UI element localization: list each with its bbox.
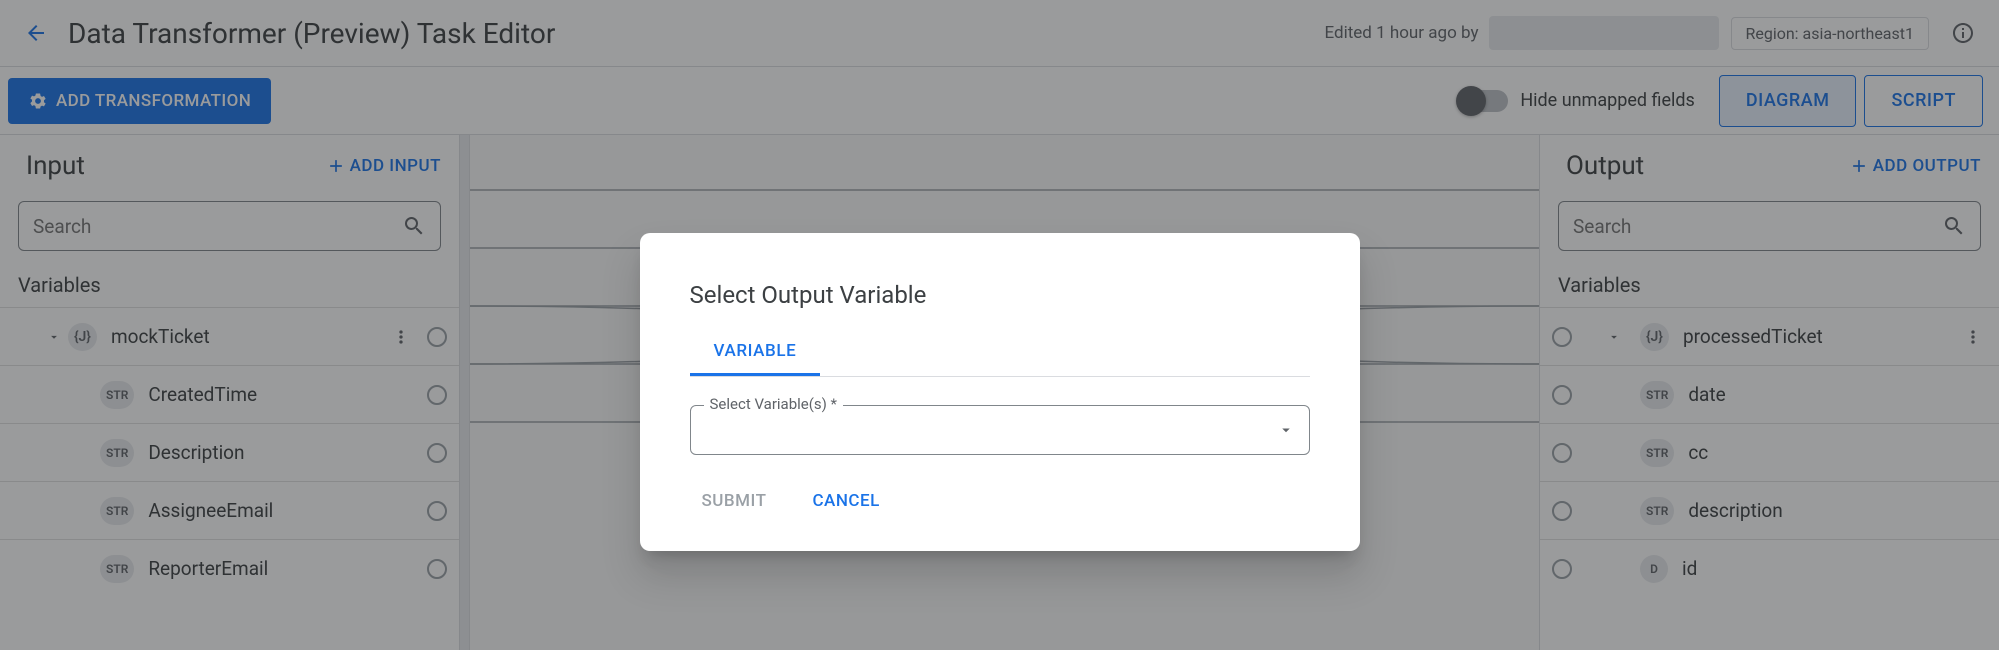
submit-button[interactable]: SUBMIT <box>694 485 775 517</box>
select-variable-field-label: Select Variable(s) * <box>704 395 844 413</box>
dialog-title: Select Output Variable <box>690 281 1310 309</box>
caret-down-icon <box>1277 421 1295 439</box>
main-area: Input ADD INPUT Variables {J} mockTicket <box>0 135 1999 650</box>
modal-scrim[interactable]: Select Output Variable VARIABLE Select V… <box>0 0 1999 650</box>
cancel-button[interactable]: CANCEL <box>804 485 887 517</box>
select-output-variable-dialog: Select Output Variable VARIABLE Select V… <box>640 233 1360 551</box>
dialog-tab-variable[interactable]: VARIABLE <box>690 331 821 376</box>
